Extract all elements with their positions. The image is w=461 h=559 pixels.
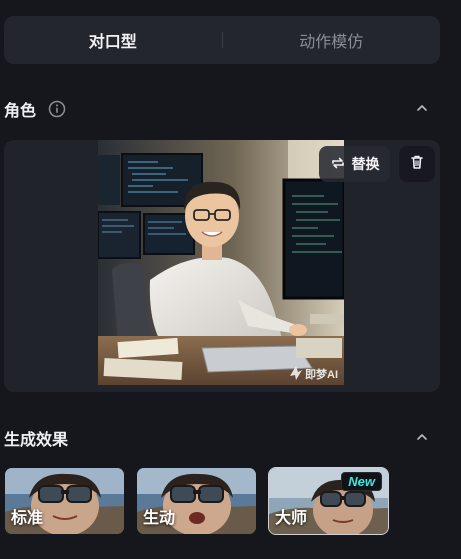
effect-label-standard: 标准 bbox=[11, 510, 44, 527]
delete-button[interactable] bbox=[399, 146, 435, 182]
replace-button[interactable]: 替换 bbox=[319, 146, 390, 182]
effect-card-vivid[interactable]: 生动 bbox=[136, 467, 257, 535]
new-badge: New bbox=[341, 472, 382, 491]
mode-tabs: 对口型 动作模仿 bbox=[4, 16, 440, 64]
info-icon[interactable] bbox=[48, 100, 66, 118]
watermark-text: 即梦AI bbox=[305, 367, 338, 381]
role-card: 即梦AI 替换 bbox=[4, 140, 440, 392]
effect-label-vivid: 生动 bbox=[143, 510, 176, 527]
tab-motion-imitation[interactable]: 动作模仿 bbox=[223, 16, 441, 64]
tab-lip-sync[interactable]: 对口型 bbox=[4, 16, 222, 64]
role-image: 即梦AI bbox=[98, 140, 344, 385]
role-section-header: 角色 bbox=[0, 94, 461, 124]
effects-section-header: 生成效果 bbox=[0, 423, 461, 453]
effect-card-standard[interactable]: 标准 bbox=[4, 467, 125, 535]
replace-button-label: 替换 bbox=[351, 156, 380, 172]
effect-label-master: 大师 bbox=[275, 510, 308, 527]
role-section-title: 角色 bbox=[4, 103, 37, 120]
effect-card-master[interactable]: New 大师 bbox=[268, 467, 389, 535]
trash-icon bbox=[409, 154, 425, 175]
effects-collapse-chevron-up-icon[interactable] bbox=[415, 430, 429, 444]
effects-section-title: 生成效果 bbox=[4, 432, 69, 449]
swap-icon bbox=[330, 155, 346, 174]
role-collapse-chevron-up-icon[interactable] bbox=[415, 101, 429, 115]
